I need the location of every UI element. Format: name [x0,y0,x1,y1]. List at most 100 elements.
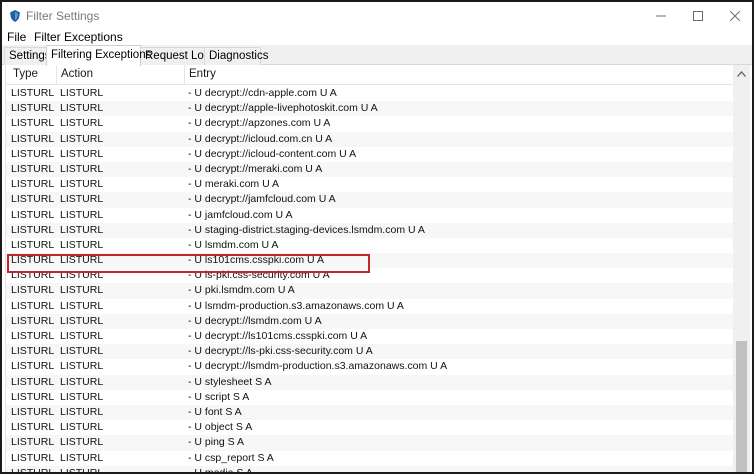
tab-diagnostics[interactable]: Diagnostics [204,47,268,65]
table-row[interactable]: LISTURL LISTURL - U lsmdm.com U A [6,237,734,254]
table-row[interactable]: LISTURL LISTURL - U ping S A [6,435,734,451]
table-row[interactable]: LISTURL LISTURL - U decrypt://icloud.com.c… [6,131,734,147]
cell-type: LISTURL [11,421,55,434]
menu-bar: File Filter Exceptions [2,28,752,46]
table-row[interactable]: LISTURL LISTURL - U staging-district.stagi… [6,222,734,238]
menu-file[interactable]: File [7,30,26,44]
table-row[interactable]: LISTURL LISTURL - U decrypt://apzones.com … [6,116,734,132]
cell-action: LISTURL [60,314,104,327]
cell-type: LISTURL [11,102,55,115]
cell-type: LISTURL [11,269,55,282]
cell-type: LISTURL [11,375,55,388]
table-row[interactable]: LISTURL LISTURL - U decrypt://lsmdm.com U … [6,313,734,329]
table-row[interactable]: LISTURL LISTURL - U csp_report S A [6,450,734,466]
cell-type: LISTURL [11,436,55,449]
column-header-type[interactable]: Type [13,68,38,80]
cell-action: LISTURL [60,375,104,388]
table-row[interactable]: LISTURL LISTURL - U ls101cms.csspki.com U … [6,253,734,269]
cell-action: LISTURL [60,223,104,236]
table-row[interactable]: LISTURL LISTURL - U lsmdm-production.s3.am… [6,298,734,314]
table-row[interactable]: LISTURL LISTURL - U decrypt://ls101cms.css… [6,329,734,345]
column-header-row: Type Action Entry [6,65,734,85]
table-row[interactable]: LISTURL LISTURL - U meraki.com U A [6,177,734,193]
cell-entry: - U media S A [188,466,253,474]
table-row[interactable]: LISTURL LISTURL - U stylesheet S A [6,374,734,390]
cell-action: LISTURL [60,284,104,297]
table-row[interactable]: LISTURL LISTURL - U decrypt://jamfcloud.co… [6,192,734,208]
cell-action: LISTURL [60,132,104,145]
cell-type: LISTURL [11,87,55,99]
table-row[interactable]: LISTURL LISTURL - U decrypt://meraki.com U… [6,161,734,178]
table-row[interactable]: LISTURL LISTURL - U pki.lsmdm.com U A [6,283,734,299]
app-window: Filter Settings File Filter Exceptions S… [0,0,754,474]
cell-entry: - U object S A [188,421,253,434]
table-row[interactable]: LISTURL LISTURL - U script S A [6,389,734,405]
cell-type: LISTURL [11,238,55,251]
tab-bar: Settings Filtering Exceptions Request Lo… [2,45,752,66]
cell-action: LISTURL [60,162,104,175]
column-header-action[interactable]: Action [61,68,93,80]
cell-action: LISTURL [60,102,104,115]
tab-settings[interactable]: Settings [4,47,51,65]
cell-entry: - U csp_report S A [188,451,274,464]
menu-filter-exceptions[interactable]: Filter Exceptions [34,30,123,44]
cell-type: LISTURL [11,451,55,464]
minimize-icon [656,15,666,17]
cell-action: LISTURL [60,436,104,449]
cell-entry: - U lsmdm.com U A [188,238,279,251]
scroll-up-button[interactable] [733,65,750,82]
cell-action: LISTURL [60,360,104,373]
cell-type: LISTURL [11,330,55,342]
table-row[interactable]: LISTURL LISTURL - U decrypt://icloud-conte… [6,146,734,162]
cell-entry: - U decrypt://ls-pki.css-security.com U … [188,345,373,358]
column-divider[interactable] [184,65,185,85]
cell-action: LISTURL [60,254,104,267]
vertical-scrollbar[interactable] [733,65,750,472]
cell-action: LISTURL [60,330,104,342]
cell-type: LISTURL [11,390,55,403]
cell-entry: - U decrypt://jamfcloud.com U A [188,193,336,206]
cell-action: LISTURL [60,345,104,358]
cell-entry: - U ping S A [188,436,245,449]
exceptions-list[interactable]: Type Action Entry LISTURL LISTURL - U decr… [5,65,750,474]
table-row[interactable]: LISTURL LISTURL - U decrypt://lsmdm-produc… [6,359,734,375]
cell-entry: - U decrypt://apzones.com U A [188,117,331,130]
close-button[interactable] [712,2,752,30]
table-row[interactable]: LISTURL LISTURL - U ls-pki.css-security.co… [6,268,734,284]
cell-entry: - U ls101cms.csspki.com U A [188,254,324,267]
table-row[interactable]: LISTURL LISTURL - U decrypt://cdn-apple.co… [6,86,734,102]
cell-type: LISTURL [11,360,55,373]
cell-type: LISTURL [11,132,55,145]
cell-entry: - U font S A [188,405,242,418]
cell-type: LISTURL [11,147,55,160]
close-icon [730,11,740,21]
cell-action: LISTURL [60,421,104,434]
scrollbar-thumb[interactable] [736,341,747,472]
cell-type: LISTURL [11,223,55,236]
cell-entry: - U ls-pki.css-security.com U A [188,269,330,282]
table-row[interactable]: LISTURL LISTURL - U decrypt://ls-pki.css-s… [6,344,734,360]
cell-action: LISTURL [60,193,104,206]
table-row[interactable]: LISTURL LISTURL - U object S A [6,420,734,436]
cell-action: LISTURL [60,299,104,312]
app-shield-icon [9,9,21,23]
cell-entry: - U lsmdm-production.s3.amazonaws.com U … [188,299,404,312]
cell-type: LISTURL [11,284,55,297]
column-header-entry[interactable]: Entry [189,68,216,80]
column-divider[interactable] [56,65,57,85]
title-bar[interactable]: Filter Settings [2,2,752,30]
cell-entry: - U decrypt://meraki.com U A [188,162,323,175]
table-row[interactable]: LISTURL LISTURL - U media S A [6,465,734,474]
tab-filtering-exceptions[interactable]: Filtering Exceptions [46,45,151,66]
cell-entry: - U decrypt://lsmdm-production.s3.amazon… [188,360,448,373]
cell-type: LISTURL [11,299,55,312]
cell-action: LISTURL [60,208,104,221]
table-row[interactable]: LISTURL LISTURL - U jamfcloud.com U A [6,207,734,223]
cell-entry: - U meraki.com U A [188,178,280,191]
cell-type: LISTURL [11,405,55,418]
cell-type: LISTURL [11,254,55,267]
table-row[interactable]: LISTURL LISTURL - U font S A [6,404,734,421]
cell-entry: - U decrypt://icloud.com.cn U A [188,132,333,145]
cell-entry: - U decrypt://ls101cms.csspki.com U A [188,330,368,342]
table-row[interactable]: LISTURL LISTURL - U decrypt://apple-liveph… [6,101,734,117]
